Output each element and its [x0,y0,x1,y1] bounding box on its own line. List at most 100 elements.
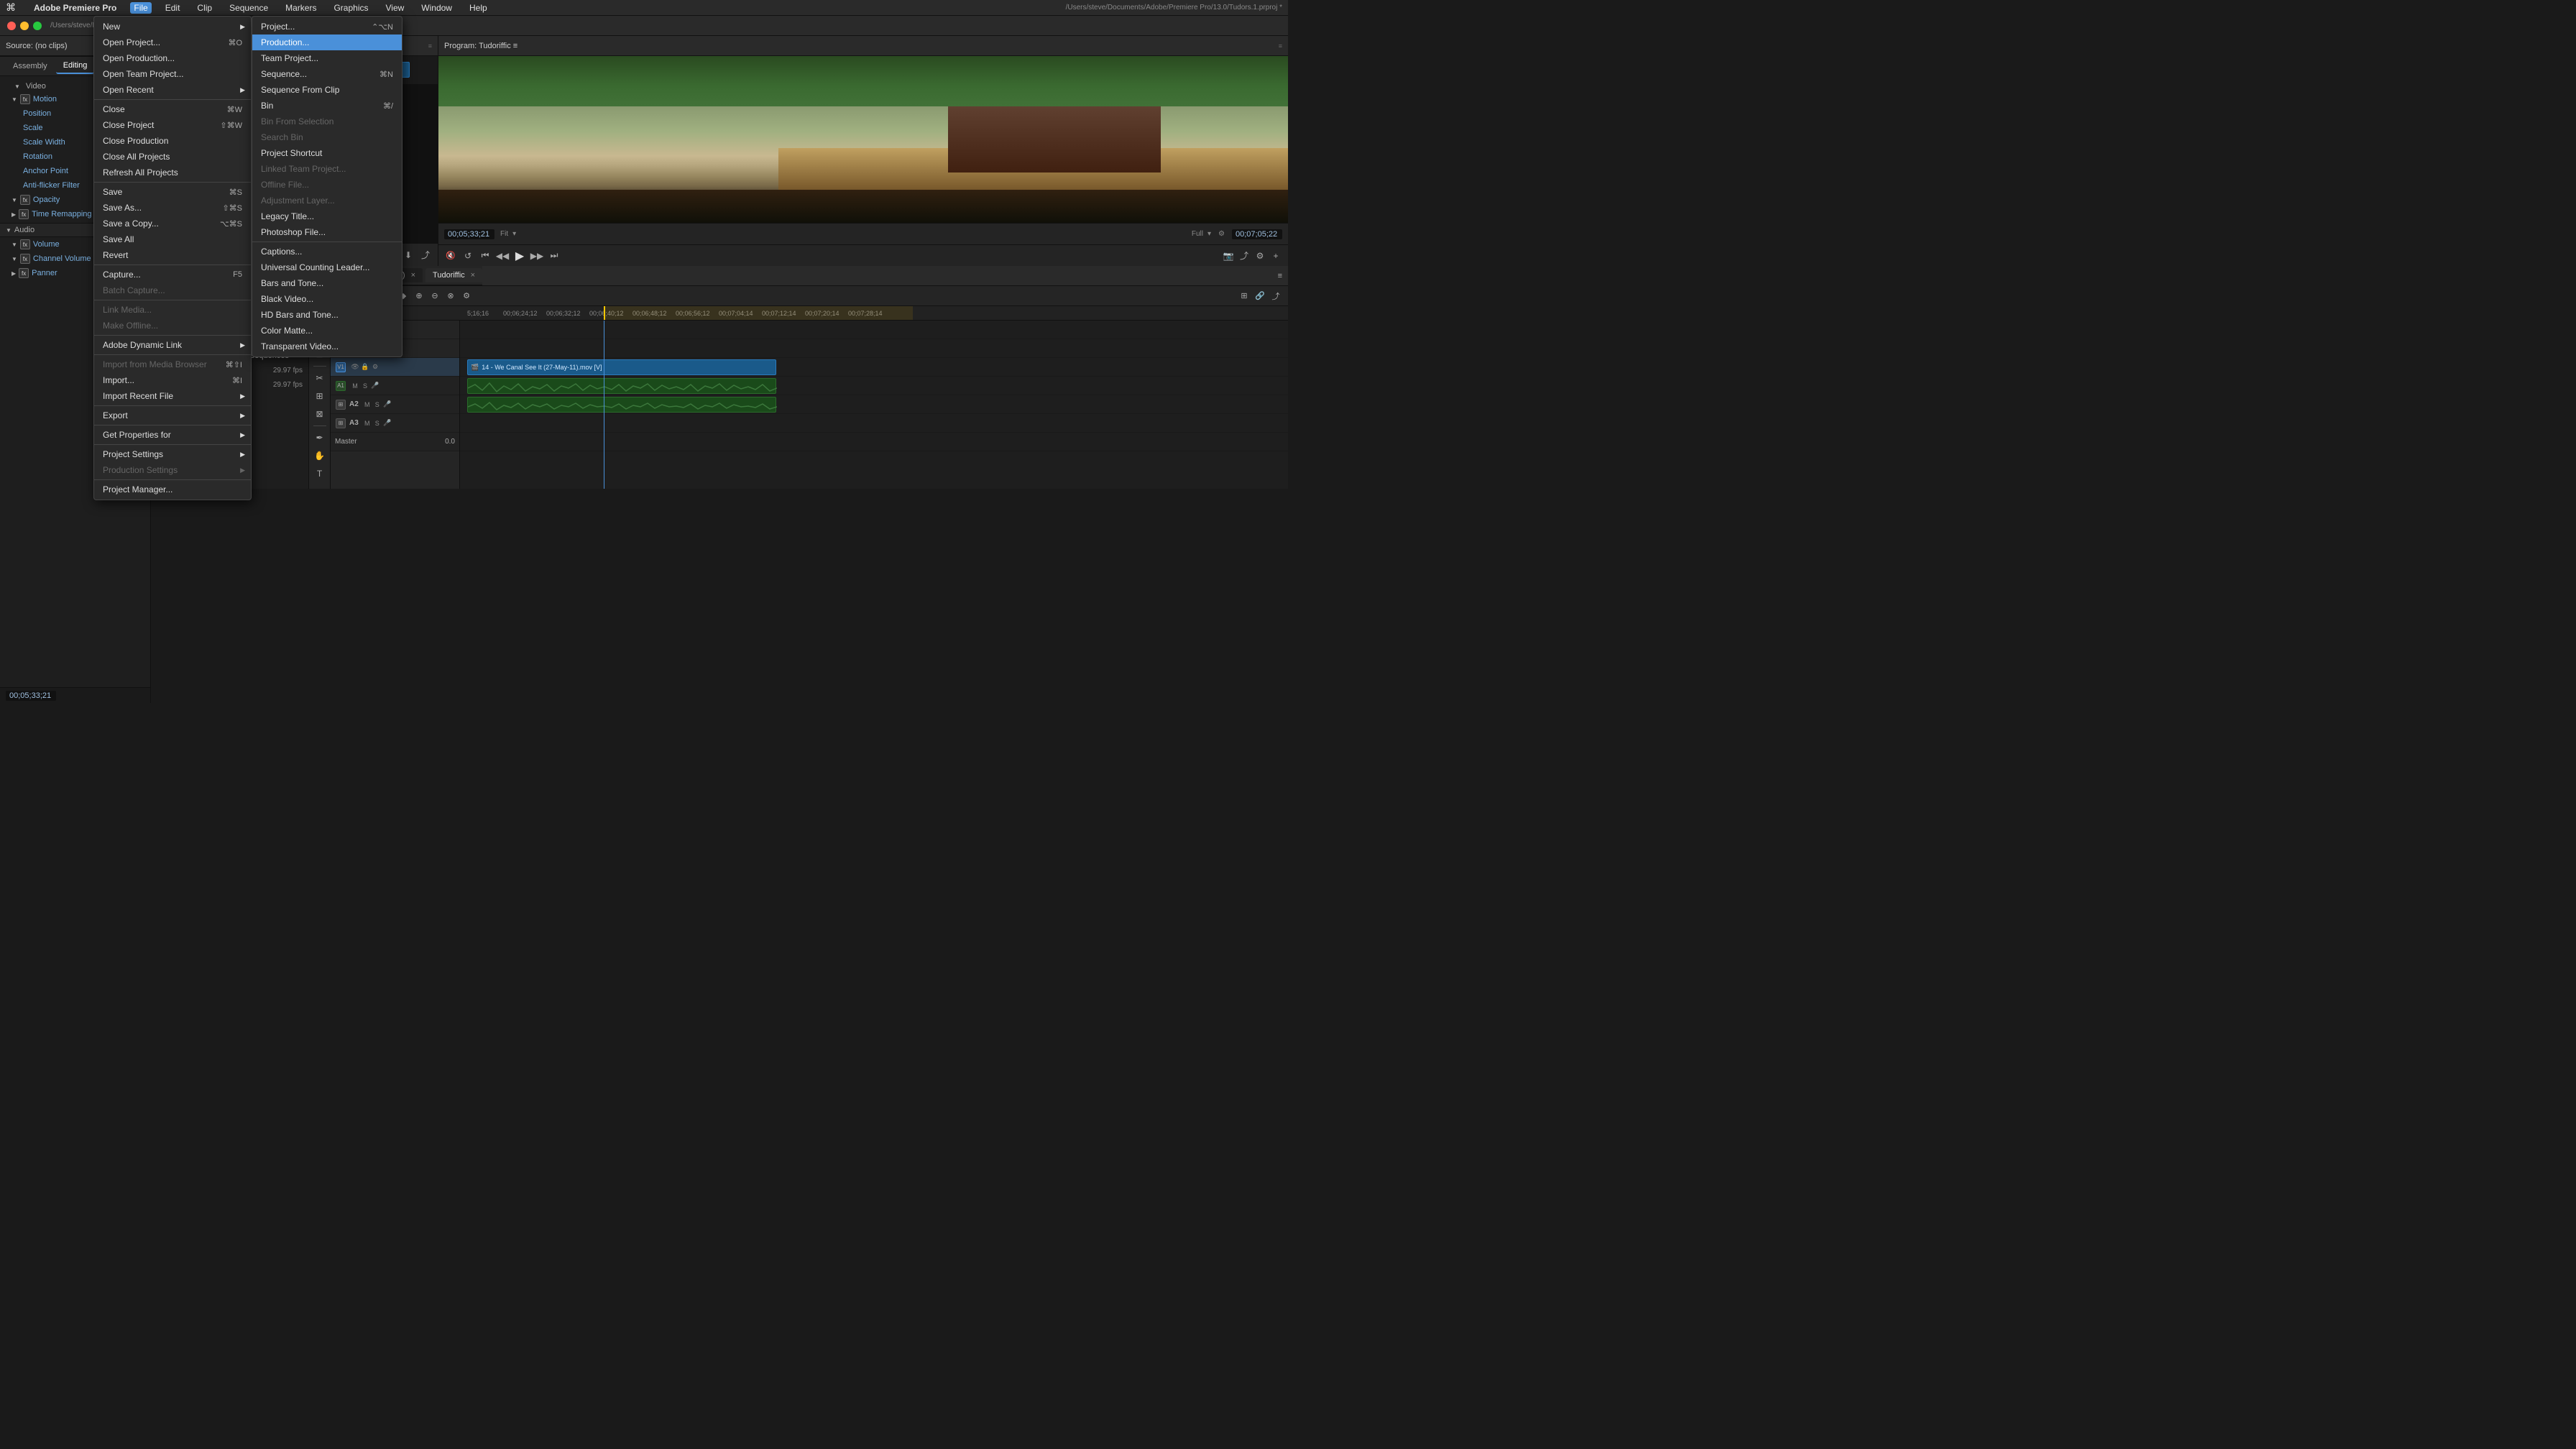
program-monitor-menu[interactable]: ≡ [1279,42,1282,50]
menu-item-open-project[interactable]: Open Project... ⌘O [94,34,251,50]
audio-section-toggle[interactable]: ▼ [6,227,12,234]
menu-item-get-properties[interactable]: Get Properties for [94,427,251,443]
new-submenu-bin-selection[interactable]: Bin From Selection [252,114,402,129]
menu-item-save-all[interactable]: Save All [94,231,251,247]
new-submenu-captions[interactable]: Captions... [252,244,402,259]
seq-close-button[interactable]: × [411,271,415,280]
tl-settings[interactable]: ⚙ [460,290,473,303]
program-quality-chevron[interactable]: ▾ [1208,230,1211,238]
menu-item-open-team[interactable]: Open Team Project... [94,66,251,82]
prog-step-back[interactable]: ◀◀ [496,249,509,262]
prog-loop[interactable]: ↺ [461,249,474,262]
a3-mic[interactable]: 🎤 [383,419,392,428]
volume-toggle[interactable]: ▼ [12,242,17,248]
a2-mic[interactable]: 🎤 [383,400,392,409]
new-submenu-project-shortcut[interactable]: Project Shortcut [252,145,402,161]
source-export-button[interactable]: ⤴ [419,249,432,262]
new-submenu-hd-bars[interactable]: HD Bars and Tone... [252,307,402,323]
menu-item-save-copy[interactable]: Save a Copy... ⌥⌘S [94,216,251,231]
menu-item-project-settings[interactable]: Project Settings [94,446,251,462]
new-submenu-bin[interactable]: Bin ⌘/ [252,98,402,114]
menu-item-save[interactable]: Save ⌘S [94,184,251,200]
seq-active-close-button[interactable]: × [471,271,475,280]
prog-export-icon[interactable]: ⤴ [1238,249,1251,262]
prog-add-icon[interactable]: + [1269,249,1282,262]
prog-go-start[interactable]: ⏮ [479,249,492,262]
new-submenu-project[interactable]: Project... ⌃⌥N [252,19,402,34]
apple-icon[interactable]: ⌘ [6,1,16,14]
prog-camera-icon[interactable]: 📷 [1222,249,1235,262]
prog-step-fwd[interactable]: ▶▶ [530,249,543,262]
a1-mic[interactable]: 🎤 [371,382,380,390]
menu-item-save-as[interactable]: Save As... ⇧⌘S [94,200,251,216]
menu-item-new[interactable]: New [94,19,251,34]
tl-filter[interactable]: ⊞ [1238,290,1251,303]
menu-item-make-offline[interactable]: Make Offline... [94,318,251,334]
maximize-window-button[interactable] [33,22,42,30]
menu-item-close-project[interactable]: Close Project ⇧⌘W [94,117,251,133]
new-submenu-legacy-title[interactable]: Legacy Title... [252,208,402,224]
audio-clip-a2[interactable] [467,397,776,413]
v1-toggle-vis[interactable]: 👁 [351,363,359,372]
hand-tool-button[interactable]: ✋ [312,448,328,464]
tl-export[interactable]: ⤴ [1269,290,1282,303]
opacity-toggle[interactable]: ▼ [12,197,17,203]
menu-item-close-production[interactable]: Close Production [94,133,251,149]
a2-solo[interactable]: S [373,400,382,409]
prog-play[interactable]: ▶ [513,249,526,262]
menu-item-dynamic-link[interactable]: Adobe Dynamic Link [94,337,251,353]
new-submenu-bars-tone[interactable]: Bars and Tone... [252,275,402,291]
timeline-panel-menu[interactable]: ≡ [1278,272,1282,280]
menubar-item-edit[interactable]: Edit [162,2,184,14]
a3-sync-btn[interactable]: ⊞ [336,418,346,428]
panner-toggle[interactable]: ▶ [12,270,16,277]
menu-item-import-recent[interactable]: Import Recent File [94,388,251,404]
a3-mute[interactable]: M [363,419,372,428]
video-toggle[interactable]: ▼ [14,83,20,90]
video-clip-block[interactable]: 🎬 14 - We Canal See It (27-May-11).mov [… [467,359,776,375]
a1-mute[interactable]: M [351,382,359,390]
razor-tool-button[interactable]: ✂ [312,370,328,386]
menu-item-production-settings[interactable]: Production Settings [94,462,251,478]
v1-lock[interactable]: 🔒 [361,363,369,372]
menubar-item-help[interactable]: Help [466,2,491,14]
tl-insert[interactable]: ⊕ [413,290,426,303]
menu-item-project-manager[interactable]: Project Manager... [94,482,251,497]
menubar-item-window[interactable]: Window [418,2,456,14]
new-submenu-team-project[interactable]: Team Project... [252,50,402,66]
new-submenu-adjustment[interactable]: Adjustment Layer... [252,193,402,208]
menu-item-close[interactable]: Close ⌘W [94,101,251,117]
type-tool-button[interactable]: T [312,466,328,482]
channel-volume-toggle[interactable]: ▼ [12,256,17,262]
slide-tool[interactable]: ⊠ [312,406,328,422]
menu-item-open-recent[interactable]: Open Recent [94,82,251,98]
menubar-item-view[interactable]: View [382,2,408,14]
prog-go-end[interactable]: ⏭ [548,249,561,262]
source-monitor-menu[interactable]: ≡ [428,42,432,50]
motion-toggle[interactable]: ▼ [12,96,17,103]
a1-sync-btn[interactable]: A1 [336,381,346,391]
new-submenu-sequence[interactable]: Sequence... ⌘N [252,66,402,82]
menu-item-revert[interactable]: Revert [94,247,251,263]
tl-lift[interactable]: ⊖ [428,290,441,303]
menu-item-close-all[interactable]: Close All Projects [94,149,251,165]
tl-extract[interactable]: ⊗ [444,290,457,303]
a3-solo[interactable]: S [373,419,382,428]
new-submenu-transparent[interactable]: Transparent Video... [252,339,402,354]
new-submenu-photoshop[interactable]: Photoshop File... [252,224,402,240]
time-remapping-toggle[interactable]: ▶ [12,211,16,218]
menubar-item-markers[interactable]: Markers [282,2,320,14]
menubar-item-file[interactable]: File [130,2,151,14]
new-submenu-seq-from-clip[interactable]: Sequence From Clip [252,82,402,98]
prog-settings-icon[interactable]: ⚙ [1254,249,1266,262]
new-submenu-black-video[interactable]: Black Video... [252,291,402,307]
chevron-down-icon[interactable]: ▾ [512,230,516,238]
tab-editing[interactable]: Editing [56,58,95,74]
tab-assembly[interactable]: Assembly [6,58,55,74]
menu-item-capture[interactable]: Capture... F5 [94,267,251,282]
new-submenu-search-bin[interactable]: Search Bin [252,129,402,145]
new-submenu-color-matte[interactable]: Color Matte... [252,323,402,339]
menu-item-batch-capture[interactable]: Batch Capture... [94,282,251,298]
menu-item-import-media-browser[interactable]: Import from Media Browser ⌘⇧I [94,356,251,372]
slip-tool[interactable]: ⊞ [312,388,328,404]
